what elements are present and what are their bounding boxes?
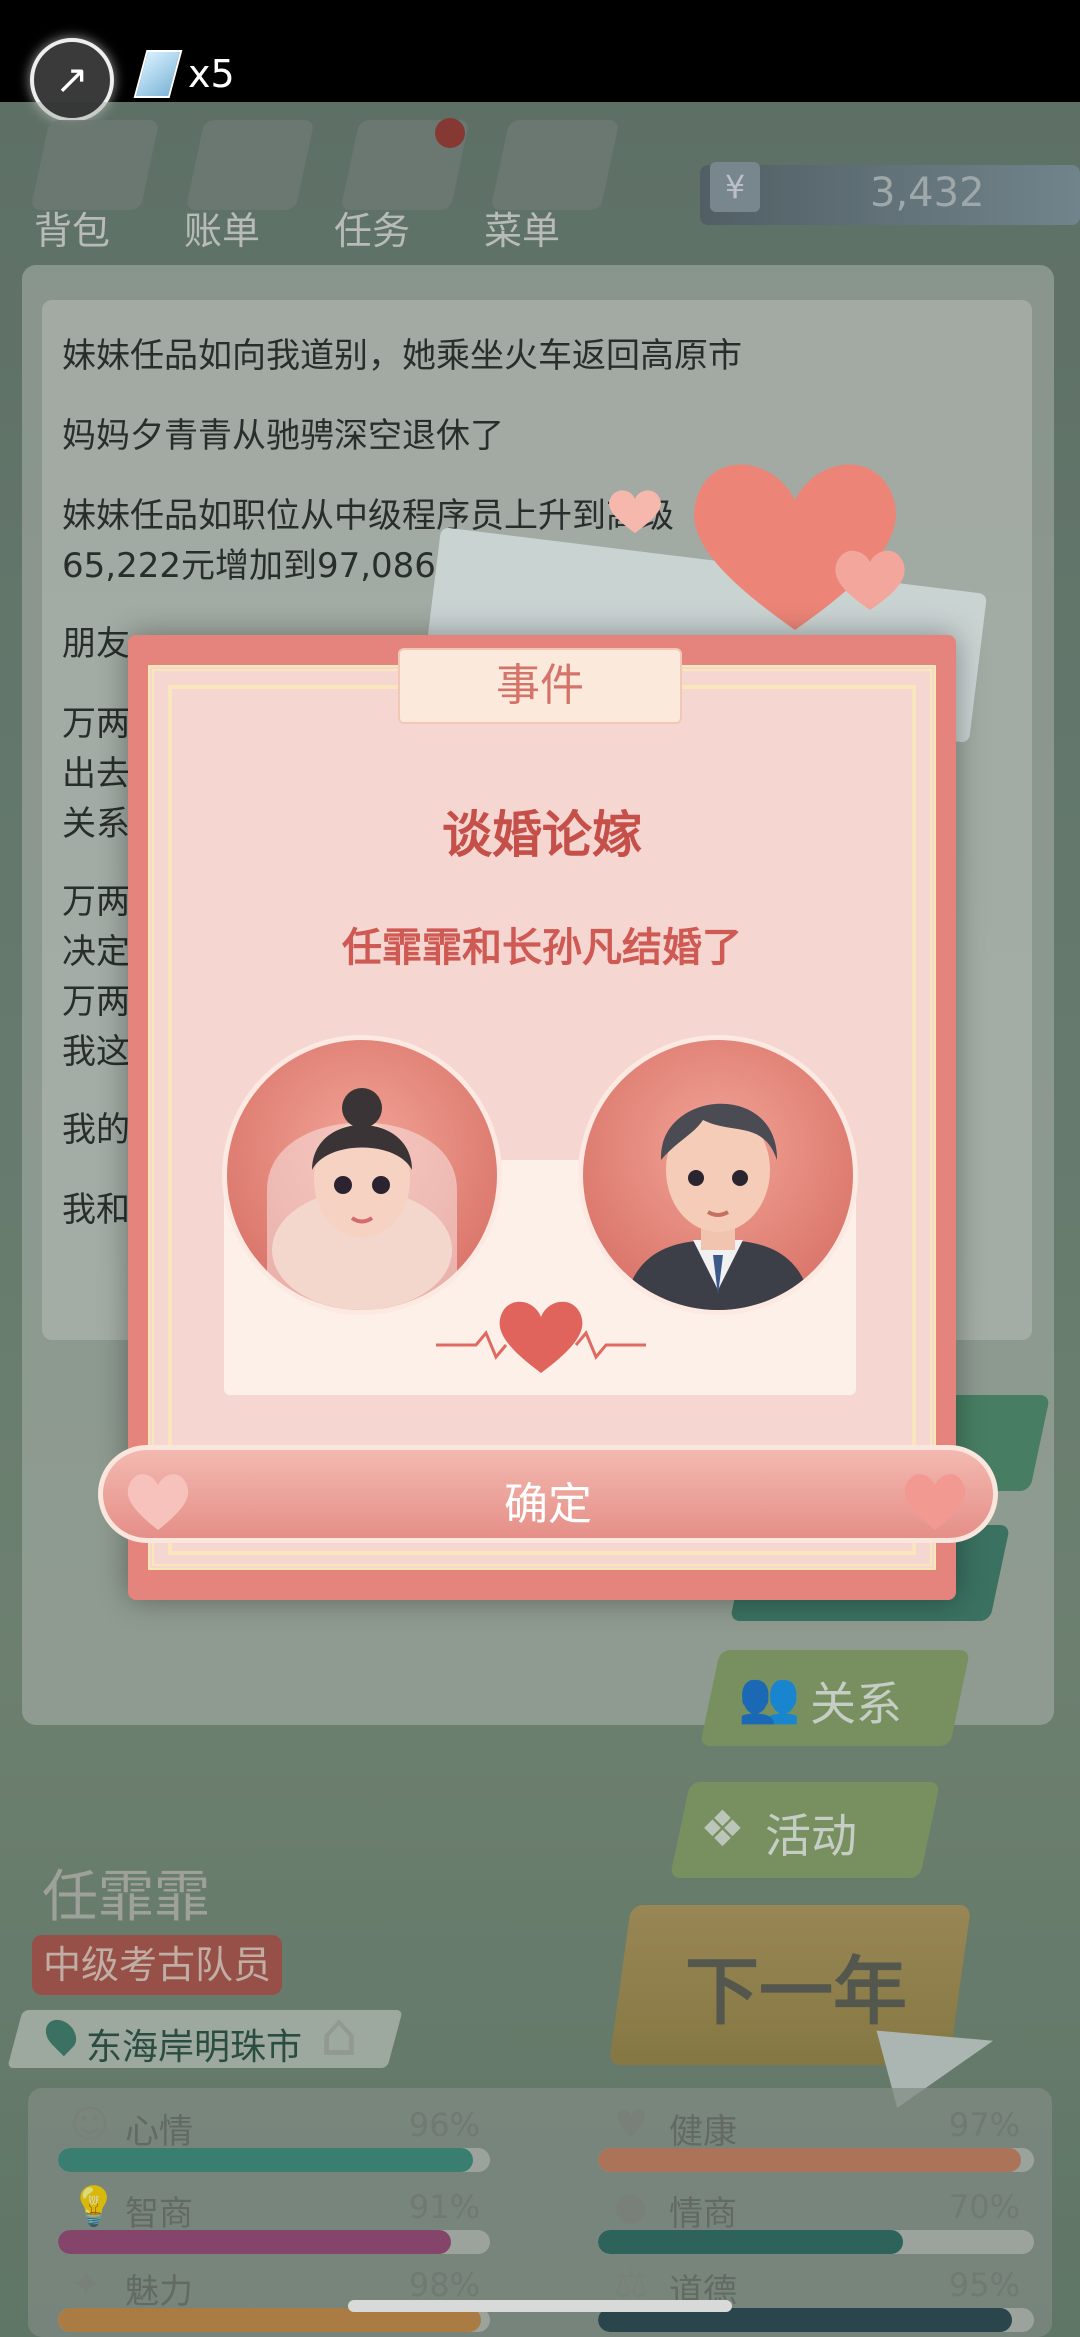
- heartbeat-icon: [436, 1301, 646, 1373]
- event-title: 谈婚论嫁: [442, 806, 642, 864]
- gem-count: x5: [188, 52, 235, 96]
- confirm-label[interactable]: 确定: [98, 1468, 998, 1532]
- bride-portrait: [222, 1035, 502, 1315]
- exit-icon: ↗: [55, 57, 89, 103]
- groom-portrait: [578, 1035, 858, 1315]
- small-heart-icon: [609, 490, 661, 533]
- heart-decoration-icon: [694, 464, 905, 630]
- event-description: 任霏霏和长孙凡结婚了: [342, 925, 742, 971]
- modal-tab-title: 事件: [398, 648, 682, 724]
